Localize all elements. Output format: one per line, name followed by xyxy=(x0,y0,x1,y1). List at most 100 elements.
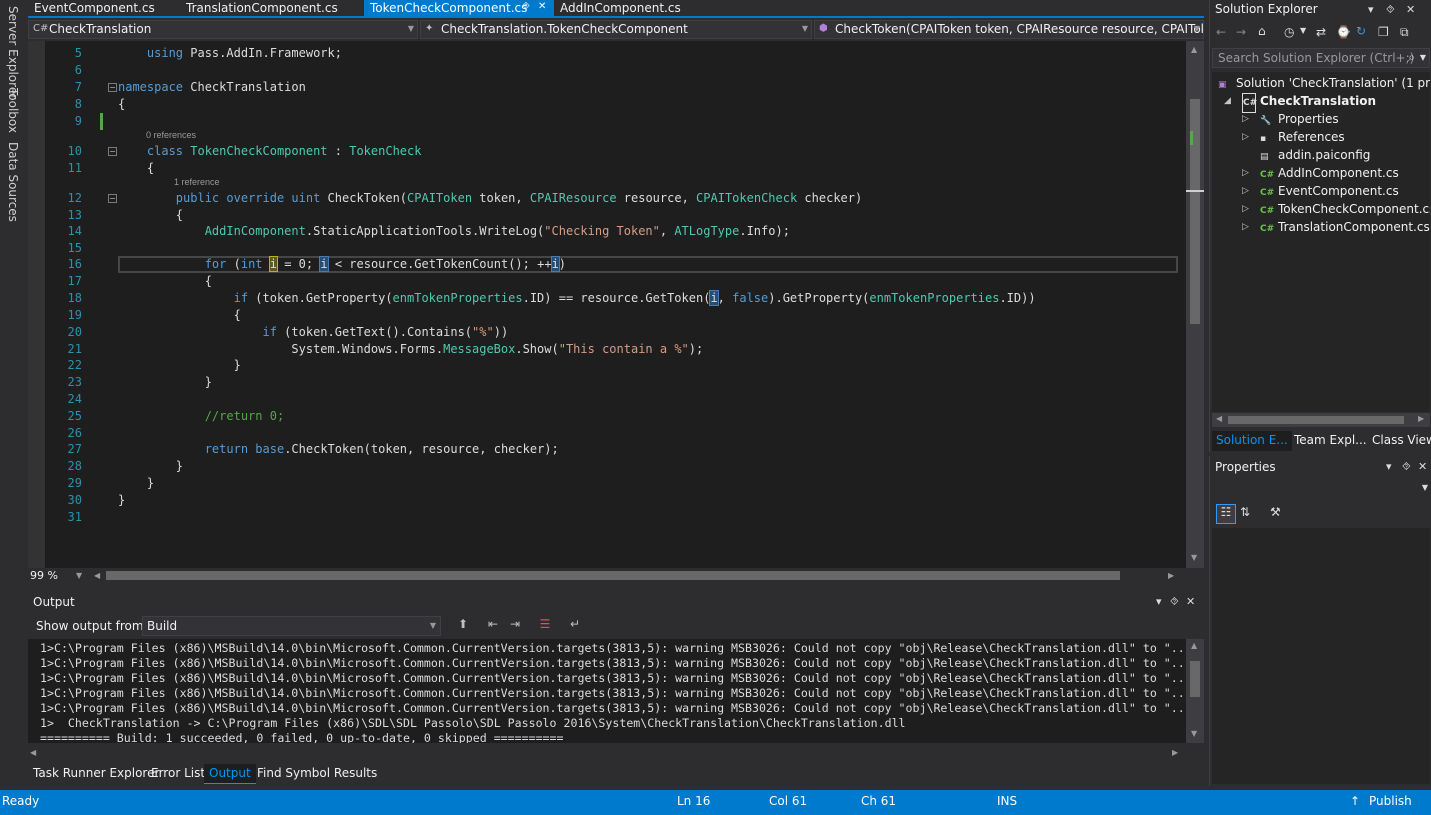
output-source-select[interactable]: Build ▼ xyxy=(142,616,441,636)
tab-solution-explorer[interactable]: Solution E... xyxy=(1212,431,1292,451)
search-icon[interactable]: ⌕ xyxy=(1408,50,1415,65)
collapsed-arrow-icon[interactable]: ▷ xyxy=(1242,164,1249,182)
editor-vertical-scrollbar[interactable]: ▲ ▼ xyxy=(1186,41,1204,568)
horizontal-scroll-thumb[interactable] xyxy=(106,571,1120,580)
tab-translationcomponent[interactable]: TranslationComponent.cs xyxy=(180,0,360,17)
chevron-down-icon[interactable]: ▼ xyxy=(1420,53,1426,62)
member-dropdown[interactable]: ⬢ CheckToken(CPAIToken token, CPAIResour… xyxy=(814,20,1204,39)
scroll-thumb[interactable] xyxy=(1228,416,1404,424)
wrench-icon[interactable]: ⚒ xyxy=(1270,505,1281,519)
class-dropdown[interactable]: ✦ CheckTranslation.TokenCheckComponent ▼ xyxy=(420,20,812,39)
solution-item[interactable]: C# AddInComponent.cs xyxy=(1260,164,1399,182)
collapsed-arrow-icon[interactable]: ▷ xyxy=(1242,218,1249,236)
properties-object-selector[interactable]: ▼ xyxy=(1212,480,1430,498)
go-to-previous-message-icon[interactable]: ⇤ xyxy=(484,617,502,635)
scroll-down-icon[interactable]: ▼ xyxy=(1191,729,1197,738)
fold-toggle-icon[interactable]: − xyxy=(108,194,117,203)
method-references-codelens[interactable]: 1 reference xyxy=(174,177,220,187)
sync-icon[interactable]: ⇄ xyxy=(1316,25,1326,39)
close-icon[interactable]: ✕ xyxy=(1406,3,1415,16)
scroll-up-icon[interactable]: ▲ xyxy=(1191,641,1197,650)
scroll-left-icon[interactable]: ◀ xyxy=(94,571,100,580)
tab-output[interactable]: Output xyxy=(204,764,256,784)
tab-addincomponent[interactable]: AddInComponent.cs xyxy=(554,0,714,17)
toolbox-tab[interactable]: Toolbox xyxy=(6,88,20,133)
collapsed-arrow-icon[interactable]: ▷ xyxy=(1242,110,1249,128)
solution-explorer-panel: Solution Explorer ▾ ⯑ ✕ ← → ⌂ ◷ ▼ ⇄ ⌚ ↻ … xyxy=(1209,0,1431,452)
categorized-icon[interactable]: ☷ xyxy=(1216,504,1236,524)
scroll-up-icon[interactable]: ▲ xyxy=(1191,45,1197,54)
solution-item[interactable]: ▤ addin.paiconfig xyxy=(1260,146,1370,164)
pin-icon[interactable]: ⯑ xyxy=(1386,3,1395,17)
zoom-level[interactable]: 99 % xyxy=(30,569,58,582)
solution-item[interactable]: C# EventComponent.cs xyxy=(1260,182,1399,200)
fold-toggle-icon[interactable]: − xyxy=(108,83,117,92)
scroll-left-icon[interactable]: ◀ xyxy=(1216,414,1222,423)
close-icon[interactable]: ✕ xyxy=(538,1,546,12)
alphabetical-sort-icon[interactable]: ⇅ xyxy=(1240,505,1250,519)
collapsed-arrow-icon[interactable]: ▷ xyxy=(1242,128,1249,146)
toggle-word-wrap-icon[interactable]: ↵ xyxy=(566,617,584,635)
scroll-left-icon[interactable]: ◀ xyxy=(30,748,36,757)
tab-eventcomponent[interactable]: EventComponent.cs xyxy=(28,0,178,17)
solution-item[interactable]: ▪ References xyxy=(1260,128,1345,146)
dropdown-icon[interactable]: ▾ xyxy=(1368,3,1374,16)
refresh-icon[interactable]: ↻ xyxy=(1356,24,1366,38)
solution-search-input[interactable]: Search Solution Explorer (Ctrl+;) ⌕ ▼ xyxy=(1212,48,1430,68)
scroll-down-icon[interactable]: ▼ xyxy=(1191,553,1197,562)
fold-toggle-icon[interactable]: − xyxy=(108,147,117,156)
find-message-icon[interactable]: ⬆ xyxy=(454,617,472,635)
pin-icon[interactable]: ⯑ xyxy=(1170,595,1179,609)
home-icon[interactable]: ⌂ xyxy=(1258,24,1266,38)
solution-item[interactable]: 🔧 Properties xyxy=(1260,110,1339,128)
pin-icon[interactable]: ⯑ xyxy=(1402,460,1411,474)
scroll-thumb[interactable] xyxy=(1190,661,1200,697)
expanded-arrow-icon[interactable]: ◢ xyxy=(1224,92,1231,110)
scroll-right-icon[interactable]: ▶ xyxy=(1418,414,1424,423)
project-node[interactable]: C# CheckTranslation xyxy=(1242,92,1376,113)
collapse-all-icon[interactable]: ❐ xyxy=(1378,25,1389,39)
dropdown-icon[interactable]: ▾ xyxy=(1386,460,1392,473)
project-dropdown[interactable]: C# CheckTranslation ▼ xyxy=(28,20,418,39)
solution-horizontal-scrollbar[interactable]: ◀ ▶ xyxy=(1212,413,1430,427)
properties-grid xyxy=(1212,528,1430,784)
back-icon[interactable]: ← xyxy=(1216,25,1226,39)
collapsed-arrow-icon[interactable]: ▷ xyxy=(1242,200,1249,218)
tab-task-runner-explorer[interactable]: Task Runner Explorer xyxy=(28,764,164,784)
clear-all-icon[interactable]: ☰ xyxy=(536,617,554,635)
scroll-right-icon[interactable]: ▶ xyxy=(1172,748,1178,757)
code-text: } xyxy=(118,459,184,473)
tab-class-view[interactable]: Class View xyxy=(1368,431,1431,451)
tab-error-list[interactable]: Error List xyxy=(146,764,210,784)
code-line: 12 public override uint CheckToken(CPAIT… xyxy=(28,190,1178,207)
pending-changes-icon[interactable]: ⌚ xyxy=(1336,25,1351,39)
tab-find-symbol-results[interactable]: Find Symbol Results xyxy=(252,764,382,784)
tab-team-explorer[interactable]: Team Expl... xyxy=(1290,431,1371,451)
solution-item[interactable]: C# TokenCheckComponent.cs xyxy=(1260,200,1430,218)
server-explorer-tab[interactable]: Server Explorer xyxy=(6,6,20,99)
forward-icon[interactable]: → xyxy=(1236,25,1246,39)
pin-icon[interactable]: ⯑ xyxy=(522,1,530,12)
output-vertical-scrollbar[interactable]: ▲ ▼ xyxy=(1186,639,1204,743)
close-icon[interactable]: ✕ xyxy=(1418,460,1427,473)
collapsed-arrow-icon[interactable]: ▷ xyxy=(1242,182,1249,200)
publish-button[interactable]: Publish xyxy=(1369,794,1412,808)
code-line: 28 } xyxy=(28,458,1178,475)
data-sources-tab[interactable]: Data Sources xyxy=(6,142,20,222)
go-to-next-message-icon[interactable]: ⇥ xyxy=(506,617,524,635)
status-ready: Ready xyxy=(2,794,40,808)
dropdown-icon[interactable]: ▾ xyxy=(1156,595,1162,608)
history-icon[interactable]: ◷ xyxy=(1284,25,1294,39)
chevron-down-icon[interactable]: ▼ xyxy=(1300,26,1306,35)
chevron-down-icon[interactable]: ▼ xyxy=(76,571,82,580)
output-text-area[interactable]: 1>C:\Program Files (x86)\MSBuild\14.0\bi… xyxy=(28,639,1186,743)
publish-icon[interactable]: ↑ xyxy=(1350,794,1360,808)
class-references-codelens[interactable]: 0 references xyxy=(146,130,196,140)
scroll-right-icon[interactable]: ▶ xyxy=(1168,571,1174,580)
solution-node[interactable]: ▣ Solution 'CheckTranslation' (1 proje xyxy=(1212,74,1430,92)
output-horizontal-scrollbar[interactable]: ◀ ▶ xyxy=(28,744,1204,762)
code-editor[interactable]: 5 using Pass.AddIn.Framework; 6 7 namespace… xyxy=(28,41,1204,568)
close-icon[interactable]: ✕ xyxy=(1186,595,1195,608)
solution-item[interactable]: C# TranslationComponent.cs xyxy=(1260,218,1430,236)
show-all-files-icon[interactable]: ⧉ xyxy=(1400,25,1409,40)
